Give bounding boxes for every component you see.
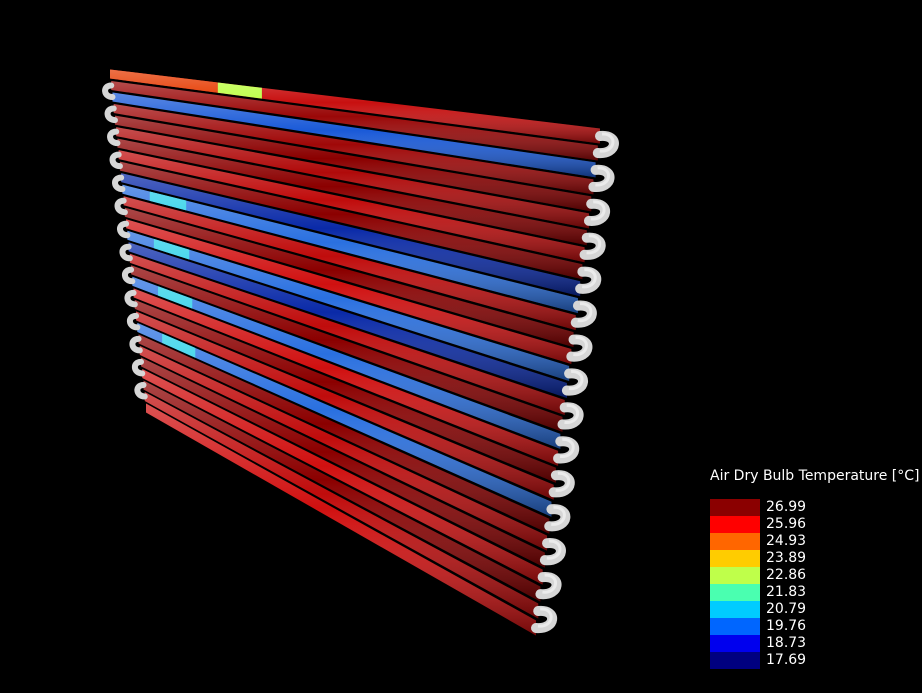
legend-label: 21.83	[766, 584, 807, 600]
legend-label: 17.69	[766, 652, 807, 668]
legend-swatch	[710, 652, 760, 669]
legend-label: 23.89	[766, 550, 807, 566]
legend-title: Air Dry Bulb Temperature [°C]	[710, 468, 920, 484]
legend-swatch	[710, 499, 760, 516]
legend-swatch	[710, 584, 760, 601]
legend-swatch	[710, 618, 760, 635]
legend-swatch	[710, 567, 760, 584]
legend-label: 20.79	[766, 601, 807, 617]
legend-label: 26.99	[766, 499, 807, 515]
legend-swatch	[710, 635, 760, 652]
legend-label: 18.73	[766, 635, 807, 651]
legend-label: 24.93	[766, 533, 807, 549]
legend-color-bar	[710, 499, 760, 669]
legend-label: 25.96	[766, 516, 807, 532]
legend-labels: 26.99 25.96 24.93 23.89 22.86 21.83 20.79 19.76…	[766, 499, 806, 669]
legend-swatch	[710, 550, 760, 567]
legend-swatch	[710, 516, 760, 533]
legend-label: 22.86	[766, 567, 807, 583]
legend-swatch	[710, 533, 760, 550]
legend-swatch	[710, 601, 760, 618]
legend-label: 19.76	[766, 618, 807, 634]
